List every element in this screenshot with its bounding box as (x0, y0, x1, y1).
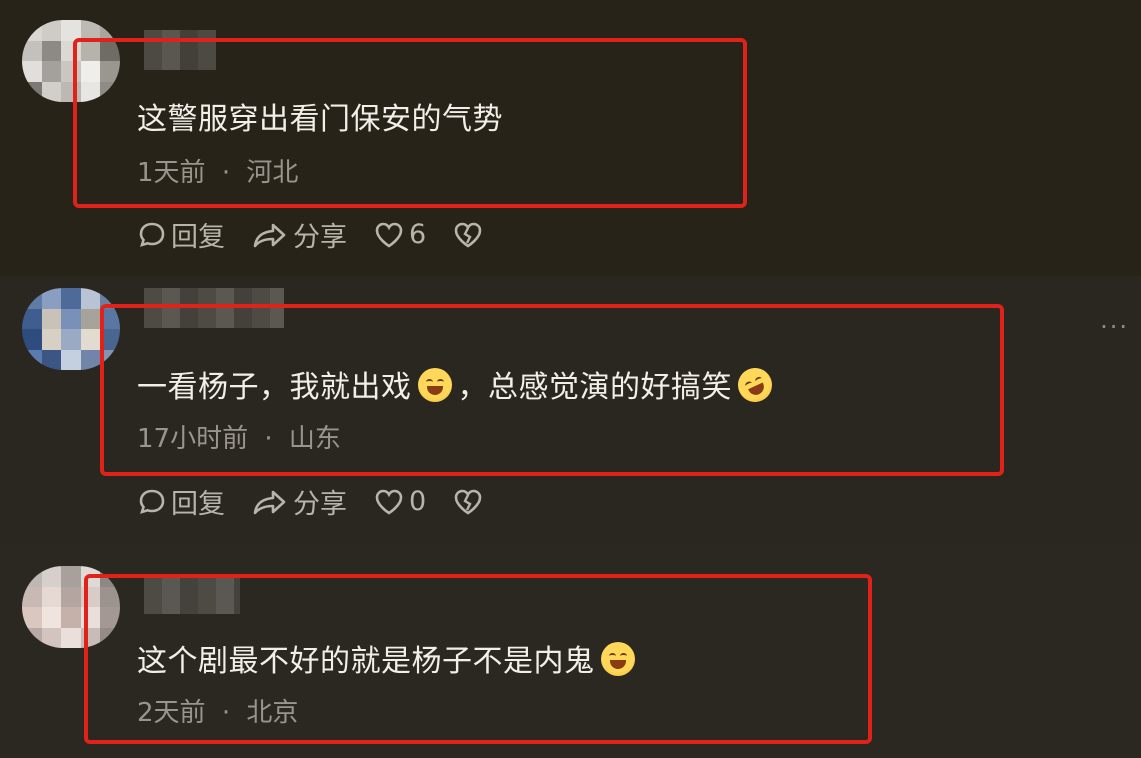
comment-meta: 17小时前 · 山东 (137, 418, 341, 455)
comment-meta: 1天前 · 河北 (137, 152, 298, 189)
like-count: 6 (409, 219, 427, 250)
meta-separator: · (221, 698, 231, 728)
comment-text-part: 这个剧最不好的就是杨子不是内鬼 (137, 644, 595, 679)
like-button[interactable]: 0 (373, 486, 426, 517)
comment-actions: 回复 分享 0 (137, 482, 514, 521)
dislike-button[interactable] (452, 220, 488, 250)
comment-list: 这警服穿出看门保安的气势 1天前 · 河北 回复 分享 6 一看杨子，我就出戏 … (0, 0, 1141, 758)
rofl-emoji-icon (732, 362, 778, 408)
reply-label: 回复 (171, 222, 225, 253)
comment-text: 这警服穿出看门保安的气势 (137, 102, 503, 137)
like-count: 0 (409, 486, 427, 517)
reply-button[interactable]: 回复 (137, 482, 225, 521)
comment-actions: 回复 分享 6 (137, 215, 514, 254)
reply-label: 回复 (171, 489, 225, 520)
share-label: 分享 (293, 222, 347, 253)
more-options-button[interactable]: ··· (1100, 313, 1129, 341)
like-button[interactable]: 6 (373, 219, 426, 250)
comment-bubble-icon (139, 222, 165, 247)
comment-location: 北京 (246, 698, 299, 728)
broken-heart-icon (454, 222, 482, 248)
comment-text-part: ，总感觉演的好搞笑 (457, 370, 732, 405)
comment-location: 河北 (246, 158, 299, 188)
crying-laughing-emoji-icon (600, 642, 635, 676)
comment-text-part: 一看杨子，我就出戏 (137, 370, 412, 405)
reply-button[interactable]: 回复 (137, 215, 225, 254)
comment-time: 2天前 (137, 698, 206, 728)
share-button[interactable]: 分享 (251, 215, 347, 254)
meta-separator: · (221, 158, 231, 188)
comment-meta: 2天前 · 北京 (137, 692, 298, 729)
comment-text: 一看杨子，我就出戏 ，总感觉演的好搞笑 (137, 362, 778, 408)
comment-item: 这个剧最不好的就是杨子不是内鬼 2天前 · 北京 (0, 544, 1141, 758)
comment-item: 这警服穿出看门保安的气势 1天前 · 河北 回复 分享 6 (0, 0, 1141, 276)
share-arrow-icon (253, 490, 286, 514)
meta-separator: · (264, 424, 273, 454)
comment-location: 山东 (288, 424, 341, 454)
grinning-sweat-emoji-icon (417, 368, 452, 402)
comment-text: 这个剧最不好的就是杨子不是内鬼 (137, 636, 641, 680)
broken-heart-icon (454, 489, 482, 515)
share-label: 分享 (293, 489, 347, 520)
comment-item: 一看杨子，我就出戏 ，总感觉演的好搞笑 17小时前 · 山东 回复 分享 0 (0, 276, 1141, 544)
comment-time: 17小时前 (137, 424, 249, 454)
comment-time: 1天前 (137, 158, 206, 188)
heart-icon (375, 222, 403, 248)
heart-icon (375, 489, 403, 515)
dislike-button[interactable] (452, 487, 488, 517)
comment-bubble-icon (139, 489, 165, 514)
share-arrow-icon (253, 223, 286, 247)
share-button[interactable]: 分享 (251, 482, 347, 521)
